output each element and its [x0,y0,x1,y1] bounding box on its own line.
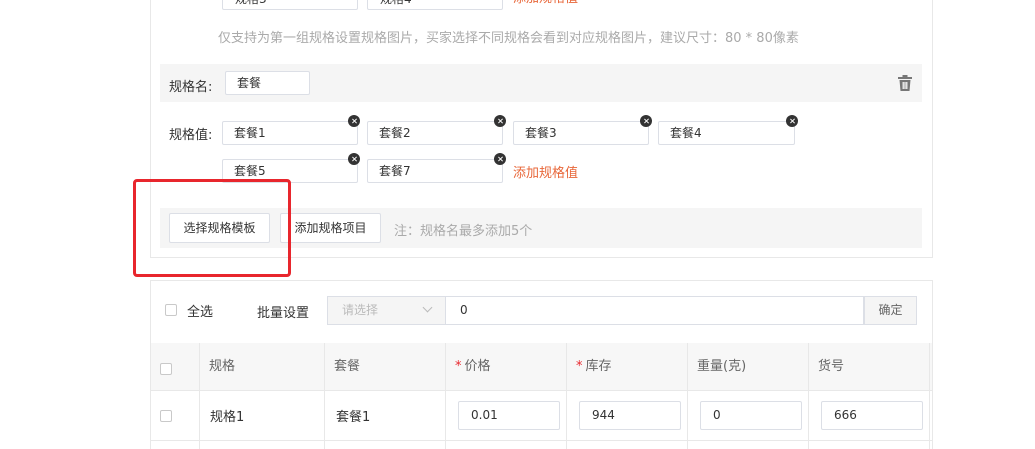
remove-value-icon[interactable] [348,153,360,165]
column-divider [929,343,930,449]
stock-input[interactable]: 944 [579,401,681,430]
col-header-package: 套餐 [334,359,361,374]
batch-confirm-button[interactable]: 确定 [864,296,917,325]
spec-value-input-clipped-1[interactable]: 规格3 [222,0,358,10]
sku-input[interactable]: 666 [821,401,923,430]
table-header [151,343,932,391]
add-spec-item-button[interactable]: 添加规格项目 [280,213,381,243]
spec-values-label: 规格值: [169,128,213,143]
col-header-spec: 规格 [209,359,236,374]
col-header-sku: 货号 [818,359,845,374]
spec-image-hint: 仅支持为第一组规格设置规格图片，买家选择不同规格会看到对应规格图片，建议尺寸：8… [218,31,799,46]
spec-value-input[interactable]: 套餐4 [658,121,795,145]
col-header-stock-label: 库存 [585,359,612,374]
batch-settings-label: 批量设置 [257,306,310,321]
add-spec-value-link-clipped[interactable]: 添加规格值 [513,0,578,9]
batch-value-input[interactable]: 0 [445,296,864,325]
weight-input[interactable]: 0 [700,401,802,430]
remove-value-icon[interactable] [786,115,798,127]
spec-value-input[interactable]: 套餐2 [367,121,503,145]
highlight-box [133,179,291,277]
column-divider [687,343,688,449]
col-header-weight: 重量(克) [697,359,747,374]
column-divider [324,343,325,449]
spec-value-input[interactable]: 套餐7 [367,159,503,183]
cell-spec: 规格1 [210,410,245,425]
required-mark: * [576,359,583,374]
remove-value-icon[interactable] [494,153,506,165]
remove-value-icon[interactable] [348,115,360,127]
price-input[interactable]: 0.01 [458,401,560,430]
col-header-price-label: 价格 [464,359,491,374]
spec-name-label: 规格名: [169,80,213,95]
remove-value-icon[interactable] [494,115,506,127]
select-all-checkbox[interactable] [165,304,177,316]
column-divider [199,343,200,449]
row-divider [151,440,932,441]
remove-value-icon[interactable] [640,115,652,127]
trash-icon[interactable] [896,74,914,92]
spec-value-input[interactable]: 套餐1 [222,121,358,145]
required-mark: * [455,359,462,374]
spec-name-input[interactable]: 套餐 [225,71,310,95]
select-all-label: 全选 [187,305,214,320]
col-header-price: * 价格 [455,343,491,391]
spec-limit-note: 注：规格名最多添加5个 [394,224,533,239]
cell-package: 套餐1 [336,410,371,425]
header-checkbox[interactable] [160,363,172,375]
spec-value-input[interactable]: 套餐3 [513,121,649,145]
add-spec-value-link[interactable]: 添加规格值 [513,162,578,181]
column-divider [566,343,567,449]
spec-value-input-clipped-2[interactable]: 规格4 [367,0,503,10]
col-header-stock: * 库存 [576,343,612,391]
row-checkbox[interactable] [160,410,172,422]
column-divider [808,343,809,449]
column-divider [445,343,446,449]
